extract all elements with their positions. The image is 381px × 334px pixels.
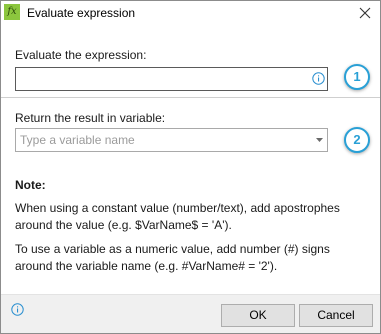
- ok-button[interactable]: OK: [221, 304, 295, 327]
- note-paragraph-numeric: To use a variable as a numeric value, ad…: [15, 242, 330, 273]
- step-badge-1: 1: [344, 64, 370, 90]
- result-variable-placeholder: Type a variable name: [20, 133, 135, 147]
- dialog-title: Evaluate expression: [27, 6, 136, 20]
- info-icon[interactable]: [11, 303, 24, 316]
- close-icon: [359, 7, 371, 19]
- dialog-footer: OK Cancel: [1, 294, 380, 333]
- result-variable-label: Return the result in variable:: [15, 111, 166, 125]
- section-divider: [1, 97, 380, 98]
- step-badge-2: 2: [344, 127, 370, 153]
- close-button[interactable]: [354, 3, 376, 23]
- evaluate-expression-dialog: fx Evaluate expression Evaluate the expr…: [0, 0, 381, 334]
- note-title: Note:: [15, 178, 46, 192]
- note-paragraph-constant: When using a constant value (number/text…: [15, 201, 340, 232]
- fx-icon: fx: [4, 4, 20, 20]
- expression-input[interactable]: [15, 67, 328, 91]
- expression-label: Evaluate the expression:: [15, 48, 147, 62]
- cancel-button[interactable]: Cancel: [299, 304, 373, 327]
- info-icon[interactable]: [312, 72, 325, 85]
- chevron-down-icon[interactable]: [316, 138, 323, 142]
- title-bar: fx Evaluate expression: [1, 1, 380, 25]
